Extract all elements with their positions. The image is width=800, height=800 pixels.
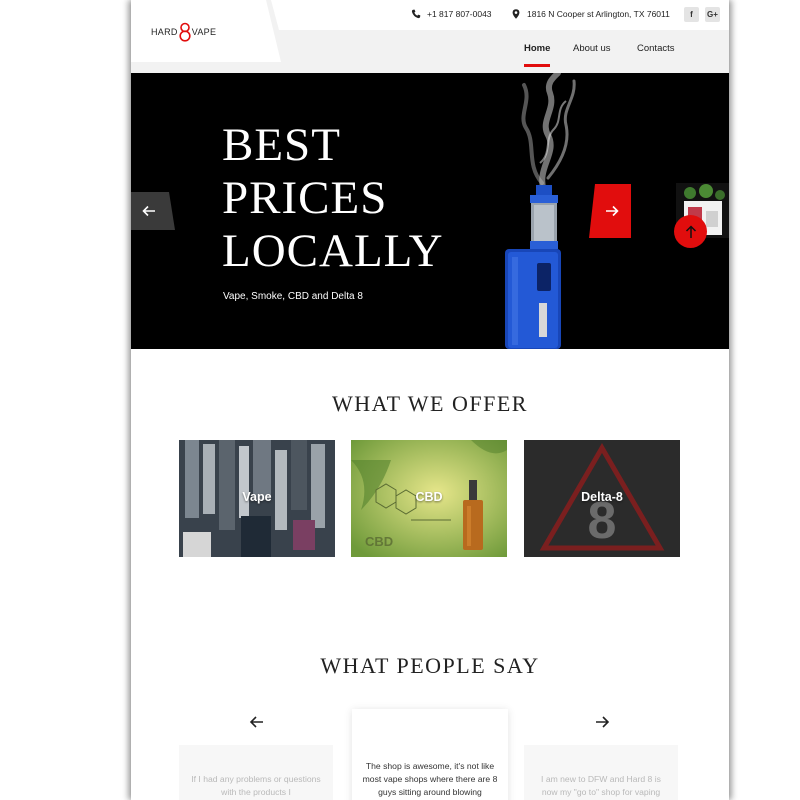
testimonial-text: The shop is awesome, it's not like most … — [362, 761, 498, 797]
map-pin-icon — [512, 9, 520, 19]
offer-section-title: WHAT WE OFFER — [332, 391, 528, 416]
hero-subtitle: Vape, Smoke, CBD and Delta 8 — [223, 291, 363, 302]
phone-icon — [411, 9, 421, 19]
contact-phone[interactable]: +1 817 807-0043 — [411, 9, 492, 19]
phone-number: +1 817 807-0043 — [427, 9, 492, 19]
testimonial-text: If I had any problems or questions with … — [191, 774, 321, 797]
testimonial-next-arrow-icon[interactable] — [594, 714, 610, 730]
testimonial-text: I am new to DFW and Hard 8 is now my "go… — [541, 774, 661, 797]
arrow-up-icon — [685, 224, 696, 238]
page: HARD VAPE +1 817 807-0043 1816 N Cooper … — [131, 0, 729, 800]
google-plus-icon[interactable]: G+ — [705, 7, 720, 22]
scroll-to-top-button[interactable] — [674, 215, 707, 248]
slider-prev-button[interactable] — [131, 192, 175, 230]
hero-slider: BEST PRICES LOCALLY Vape, Smoke, CBD and… — [131, 73, 729, 349]
arrow-left-icon — [142, 205, 155, 217]
slider-next-button[interactable] — [589, 184, 631, 238]
nav-about-us[interactable]: About us — [573, 43, 611, 54]
facebook-icon[interactable]: f — [684, 7, 699, 22]
offer-card-cbd[interactable]: CBD CBD — [351, 440, 507, 557]
testimonial-card: I am new to DFW and Hard 8 is now my "go… — [524, 745, 678, 800]
offer-card-delta-8[interactable]: 8 Delta-8 — [524, 440, 680, 557]
offer-card-label: Vape — [242, 490, 272, 504]
nav-active-underline — [524, 64, 550, 67]
site-header: HARD VAPE +1 817 807-0043 1816 N Cooper … — [131, 0, 729, 73]
contact-address[interactable]: 1816 N Cooper st Arlington, TX 76011 — [511, 9, 670, 19]
testimonial-card: If I had any problems or questions with … — [179, 745, 333, 800]
nav-contacts[interactable]: Contacts — [637, 43, 675, 54]
logo-left-text: HARD — [151, 27, 178, 37]
nav-home[interactable]: Home — [524, 43, 550, 54]
testimonial-prev-arrow-icon[interactable] — [249, 714, 265, 730]
svg-text:CBD: CBD — [365, 534, 393, 549]
site-logo[interactable]: HARD VAPE — [151, 22, 216, 42]
arrow-right-icon — [606, 205, 619, 217]
logo-right-text: VAPE — [191, 27, 217, 37]
testimonial-card-active: The shop is awesome, it's not like most … — [352, 709, 508, 800]
offer-card-label: CBD — [415, 490, 443, 504]
offer-card-vape[interactable]: Vape — [179, 440, 335, 557]
offer-card-label: Delta-8 — [581, 490, 623, 504]
testimonials-section-title: WHAT PEOPLE SAY — [320, 653, 540, 678]
vape-mod-image — [505, 73, 576, 349]
logo-eight-icon — [179, 22, 191, 42]
address-text: 1816 N Cooper st Arlington, TX 76011 — [527, 9, 670, 19]
hero-title: BEST PRICES LOCALLY — [222, 119, 444, 277]
